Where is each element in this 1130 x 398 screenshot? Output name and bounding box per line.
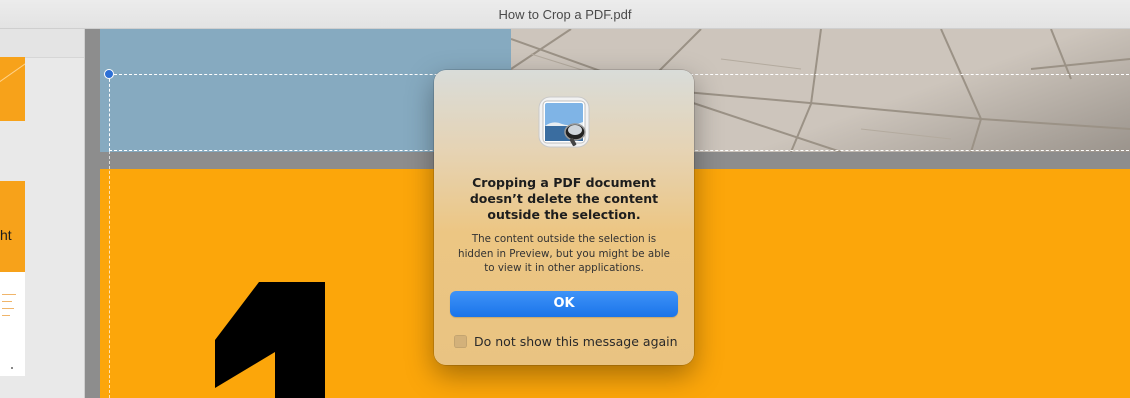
crop-selection-edge — [109, 151, 110, 398]
window-titlebar: How to Crop a PDF.pdf — [0, 0, 1130, 29]
dialog-heading-line: Cropping a PDF document — [472, 175, 656, 190]
page-thumbnail-2[interactable]: ht — [0, 181, 25, 376]
thumbnail-text-line — [2, 294, 16, 295]
selection-resize-handle[interactable] — [104, 69, 114, 79]
thumbnail-text: ht — [0, 227, 12, 243]
ok-button[interactable]: OK — [450, 291, 678, 317]
page-thumbnail-1[interactable] — [0, 57, 25, 121]
thumbnail-sidebar[interactable]: ht — [0, 29, 85, 398]
thumbnail-text-line — [2, 315, 10, 316]
crop-warning-dialog: Cropping a PDF document doesn’t delete t… — [434, 70, 694, 365]
dialog-heading-line: doesn’t delete the content — [469, 191, 659, 206]
dialog-message-line: hidden in Preview, but you might be able — [458, 247, 670, 260]
window-title: How to Crop a PDF.pdf — [498, 7, 632, 22]
dialog-heading: Cropping a PDF document doesn’t delete t… — [454, 175, 674, 223]
thumbnail-page-number — [11, 367, 13, 369]
large-number-one-graphic — [215, 282, 325, 398]
sidebar-top-strip — [0, 29, 84, 58]
dialog-message-line: to view it in other applications. — [484, 262, 644, 274]
thumbnail-text-line — [2, 301, 12, 302]
thumbnail-text-line — [2, 308, 14, 309]
do-not-show-again-label[interactable]: Do not show this message again — [474, 334, 678, 349]
do-not-show-again-checkbox[interactable] — [454, 335, 467, 348]
dialog-heading-line: outside the selection. — [487, 207, 641, 222]
preview-app-icon — [538, 96, 590, 148]
dialog-message: The content outside the selection is hid… — [452, 232, 676, 276]
dialog-message-line: The content outside the selection is — [471, 233, 657, 245]
